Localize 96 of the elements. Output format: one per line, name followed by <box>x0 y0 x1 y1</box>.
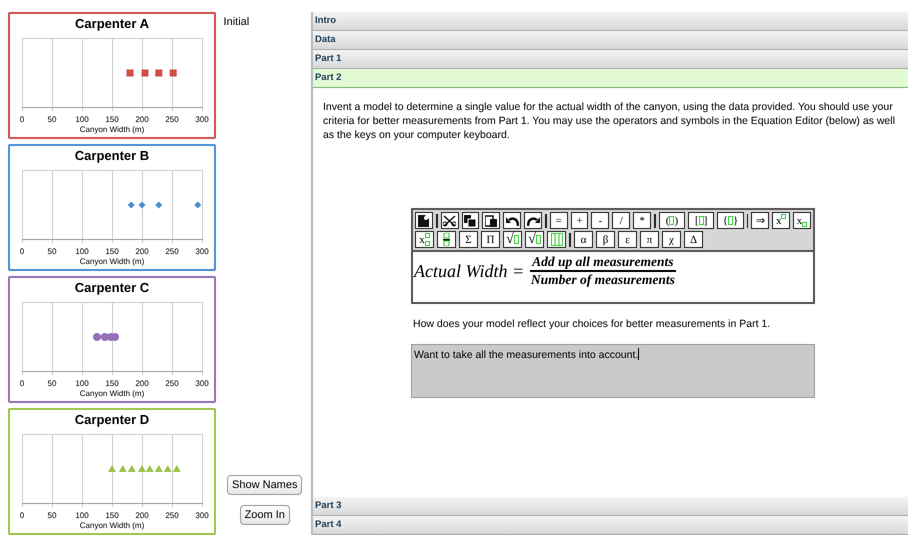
tick-label: 0 <box>20 115 24 124</box>
tick-label: 100 <box>75 379 89 388</box>
section-header[interactable]: Part 4 <box>313 516 908 535</box>
symbol-button[interactable]: Δ <box>684 231 703 248</box>
slot-icon <box>781 214 786 219</box>
bracket-template-button[interactable]: [ ] <box>688 212 714 229</box>
tick-label: 150 <box>105 115 119 124</box>
tick-label: 200 <box>135 379 149 388</box>
symbol-button[interactable]: / <box>612 212 630 229</box>
axis-label: Canyon Width (m) <box>80 257 144 266</box>
bracket-template-button[interactable]: { } <box>717 212 744 229</box>
axis-label: Canyon Width (m) <box>80 389 144 398</box>
matrix-icon <box>550 233 562 246</box>
section-header[interactable]: Part 3 <box>313 497 908 516</box>
tick-label: 200 <box>135 511 149 520</box>
script-template-button[interactable]: x <box>793 212 811 229</box>
symbol-button[interactable]: Σ <box>459 231 478 248</box>
symbol-button[interactable]: * <box>633 212 651 229</box>
tick-label: 150 <box>105 247 119 256</box>
tick-label: 300 <box>195 247 209 256</box>
toolbar-button[interactable] <box>440 212 459 229</box>
slot-icon <box>698 216 704 225</box>
symbol-button[interactable]: = <box>550 212 568 229</box>
toolbar-button[interactable] <box>482 212 500 229</box>
section-header[interactable]: Data <box>313 31 908 50</box>
symbol-button[interactable]: + <box>570 212 588 229</box>
action-button[interactable]: Zoom In <box>240 505 290 525</box>
slot-icon <box>536 235 541 244</box>
chart-title: Carpenter A <box>75 15 149 33</box>
tick-label: 150 <box>105 379 119 388</box>
symbol-button[interactable]: ε <box>618 231 637 248</box>
toolbar-button[interactable] <box>524 212 542 229</box>
mode-label: Initial <box>224 16 250 28</box>
clipboard-icon <box>485 214 498 226</box>
slot-icon <box>728 216 733 225</box>
symbol-button[interactable]: π <box>640 231 659 248</box>
tick-label: 250 <box>165 511 179 520</box>
equation-text: Actual Width = <box>414 261 524 282</box>
toolbar-button[interactable] <box>547 231 566 248</box>
symbol-button[interactable]: ⇒ <box>751 212 770 229</box>
script-template-button[interactable]: x <box>415 231 434 248</box>
axis-label: Canyon Width (m) <box>80 521 144 530</box>
tick-label: 100 <box>75 247 89 256</box>
fraction-denominator: Number of measurements <box>530 272 675 288</box>
tick-label: 300 <box>195 379 209 388</box>
toolbar-button[interactable] <box>415 212 433 229</box>
symbol-button[interactable]: α <box>574 231 593 248</box>
tick-label: 50 <box>48 379 56 388</box>
tick-label: 0 <box>20 511 24 520</box>
tick-label: 50 <box>48 247 56 256</box>
symbol-button[interactable]: β <box>596 231 615 248</box>
chart-title: Carpenter B <box>74 147 150 165</box>
tick-label: 250 <box>165 379 179 388</box>
tick-label: 100 <box>75 511 89 520</box>
tick-label: 0 <box>20 247 24 256</box>
chart-title: Carpenter C <box>74 279 150 297</box>
answer-field[interactable]: Want to take all the measurements into account. <box>411 344 815 398</box>
bracket-template-button[interactable]: ( ) <box>658 212 686 229</box>
tick-label: 200 <box>135 247 149 256</box>
tick-label: 100 <box>75 115 89 124</box>
fraction-numerator: Add up all measurements <box>530 254 676 272</box>
slot-icon <box>514 235 519 244</box>
scissors-icon <box>443 214 456 226</box>
document-icon <box>418 214 430 226</box>
toolbar-button[interactable] <box>462 212 480 229</box>
question-text: How does your model reflect your choices for better measurements in Part 1. <box>413 318 772 330</box>
symbol-button[interactable]: Π <box>481 231 500 248</box>
undo-icon <box>506 215 519 226</box>
root-template-button[interactable]: √ <box>525 231 544 248</box>
tick-label: 50 <box>48 511 56 520</box>
tick-label: 50 <box>48 115 56 124</box>
slot-icon <box>669 216 674 225</box>
tick-label: 250 <box>165 247 179 256</box>
instructions-text: Invent a model to determine a single value for the actual width of the canyon, using the data provided. You should use your criteria for better measurements from Part 1. You may use the operators and symbols in the Equation Editor (below) as well as the keys on your computer keyboard. <box>323 100 896 142</box>
action-button[interactable]: Show Names <box>227 475 302 495</box>
symbol-button[interactable]: - <box>591 212 610 229</box>
copy-icon <box>464 214 476 226</box>
tick-label: 0 <box>20 379 24 388</box>
fraction-icon <box>443 233 450 246</box>
root-template-button[interactable]: √ <box>503 231 522 248</box>
axis-label: Canyon Width (m) <box>80 125 144 134</box>
toolbar-button[interactable] <box>503 212 522 229</box>
script-template-button[interactable]: x <box>772 212 790 229</box>
section-header[interactable]: Part 2 <box>313 69 908 88</box>
toolbar-button[interactable] <box>437 231 456 248</box>
tick-label: 150 <box>105 511 119 520</box>
redo-icon <box>526 215 540 226</box>
tick-label: 200 <box>135 115 149 124</box>
slot-icon <box>802 222 808 227</box>
tick-label: 300 <box>195 511 209 520</box>
section-header[interactable]: Part 1 <box>313 50 908 69</box>
tick-label: 250 <box>165 115 179 124</box>
symbol-button[interactable]: χ <box>662 231 681 248</box>
tick-label: 300 <box>195 115 209 124</box>
chart-title: Carpenter D <box>74 411 150 429</box>
section-header[interactable]: Intro <box>313 12 908 31</box>
